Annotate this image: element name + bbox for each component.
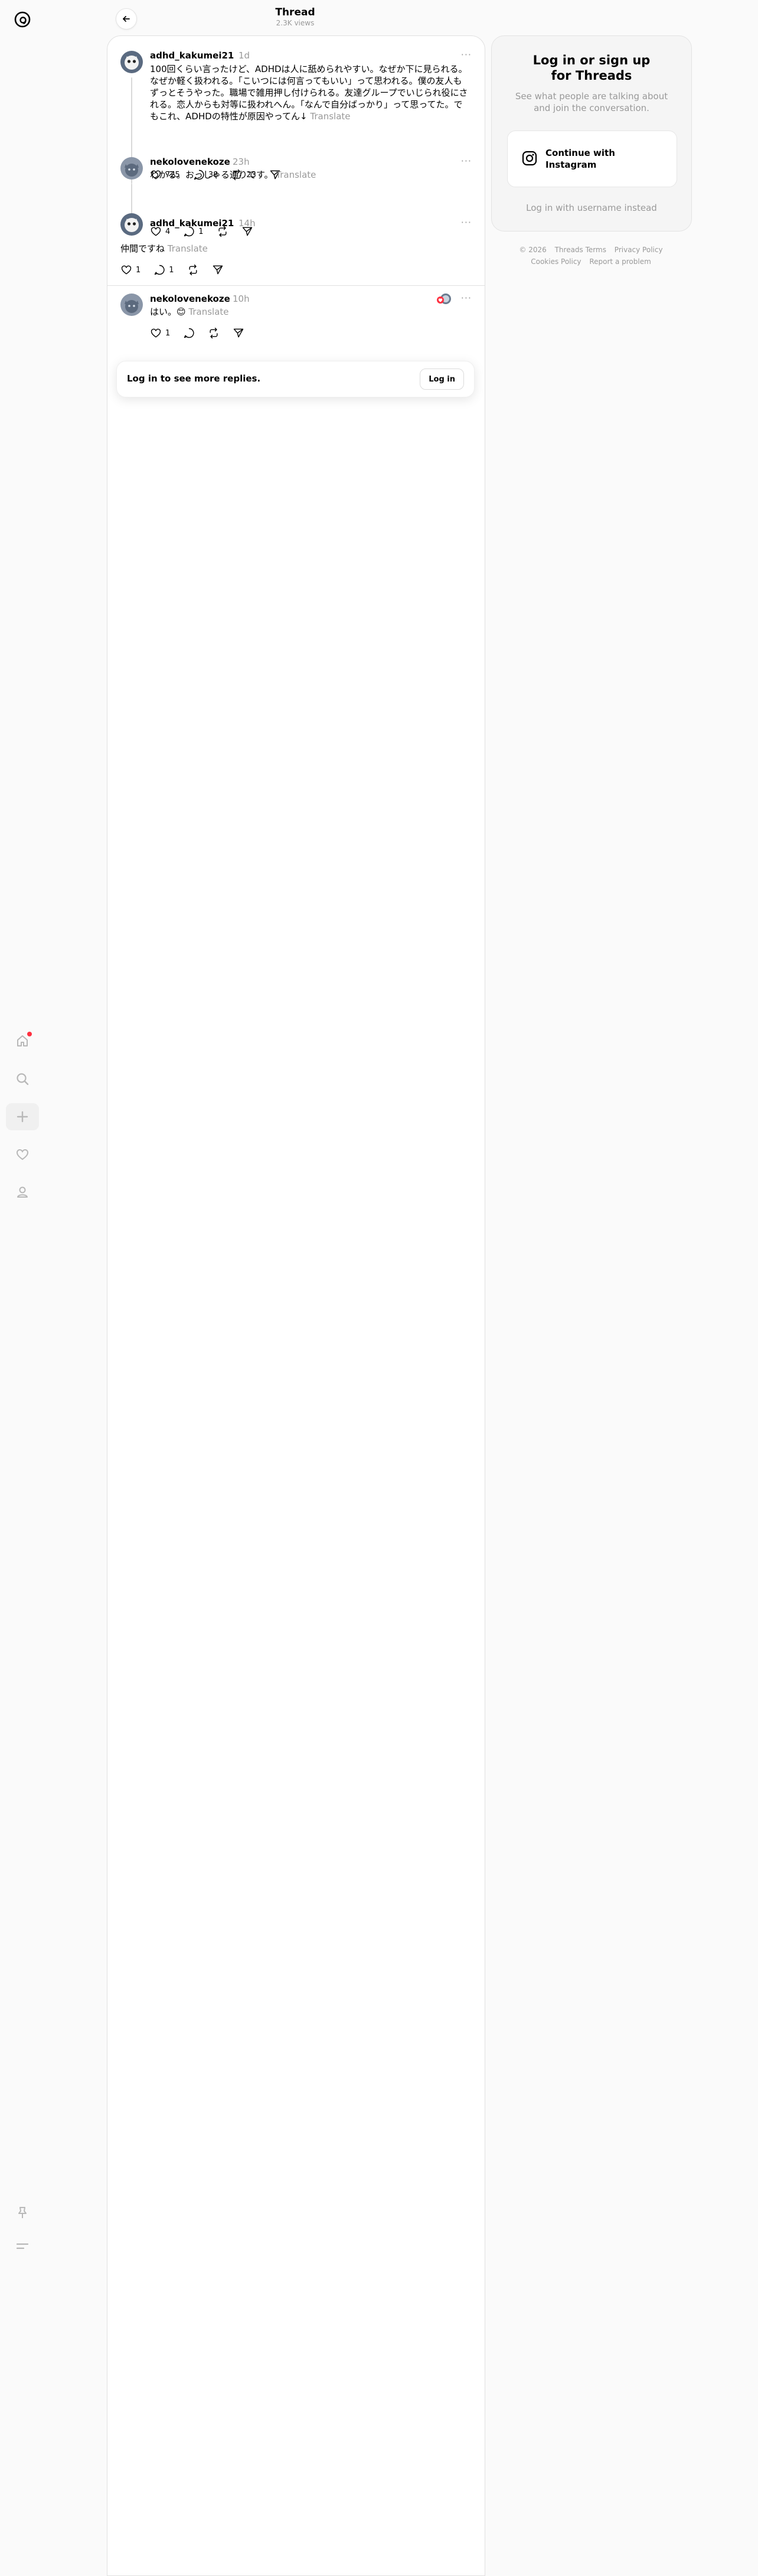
translate-link[interactable]: Translate xyxy=(310,111,350,122)
search-icon[interactable] xyxy=(6,1065,39,1093)
post-actions: 1 xyxy=(150,327,244,339)
like-button[interactable]: 1 xyxy=(150,327,170,339)
repost-icon xyxy=(210,327,218,339)
send-icon xyxy=(213,265,223,275)
left-nav-rail xyxy=(0,0,45,2567)
divider xyxy=(107,285,485,286)
post-actions: 1 1 xyxy=(120,264,224,276)
post-text: はい。😊 Translate xyxy=(150,306,469,318)
pin-icon[interactable] xyxy=(6,2199,39,2226)
translate-link[interactable]: Translate xyxy=(168,243,208,254)
instagram-icon xyxy=(522,151,537,168)
footer-privacy-link[interactable]: Privacy Policy xyxy=(615,246,663,254)
card-title: Log in or sign up for Threads xyxy=(492,53,691,83)
translate-link[interactable]: Translate xyxy=(188,306,228,317)
thread-feed: adhd_kakumei21 1d ··· 100回くらい言ったけど、ADHDは… xyxy=(107,35,485,2576)
footer-row-2: Cookies Policy Report a problem xyxy=(491,257,691,266)
like-button[interactable]: 1 xyxy=(120,264,141,276)
post-text: 100回くらい言ったけど、ADHDは人に舐められやすい。なぜか下に見られる。なぜ… xyxy=(150,63,469,122)
comment-icon xyxy=(184,328,194,338)
heart-icon[interactable] xyxy=(6,1141,39,1168)
like-count: 1 xyxy=(165,328,171,338)
footer-report-link[interactable]: Report a problem xyxy=(589,257,651,266)
comment-icon xyxy=(155,265,165,275)
like-count: 1 xyxy=(136,265,141,275)
instagram-label-line1: Continue with xyxy=(545,148,615,158)
back-button[interactable] xyxy=(116,8,137,30)
avatar[interactable] xyxy=(120,213,143,236)
more-options-icon[interactable]: ··· xyxy=(461,155,472,167)
view-count: 2.3K views xyxy=(276,19,315,27)
footer-cookies-link[interactable]: Cookies Policy xyxy=(531,257,581,266)
repost-icon xyxy=(189,264,197,276)
avatar[interactable] xyxy=(120,51,143,73)
reply-button[interactable] xyxy=(183,327,195,339)
liked-by-author-badge xyxy=(436,292,452,305)
post-username[interactable]: nekolovenekoze xyxy=(150,156,230,167)
login-prompt-bar: Log in to see more replies. Log in xyxy=(116,361,475,397)
share-button[interactable] xyxy=(212,264,224,276)
send-icon xyxy=(234,328,244,338)
heart-icon xyxy=(121,265,132,275)
instagram-button-label: Continue with Instagram xyxy=(545,147,664,171)
post-body: はい。😊 xyxy=(150,306,186,317)
login-with-username-link[interactable]: Log in with username instead xyxy=(492,203,691,213)
post-text: 仲間ですね Translate xyxy=(120,243,469,255)
card-title-line1: Log in or sign up xyxy=(532,53,651,67)
post-username[interactable]: adhd_kakumei21 xyxy=(150,50,234,61)
menu-icon[interactable] xyxy=(6,2232,39,2259)
heart-icon xyxy=(151,328,161,338)
login-signup-card: Log in or sign up for Threads See what p… xyxy=(491,35,692,231)
post-username[interactable]: nekolovenekoze xyxy=(150,294,230,304)
post-time: 23h xyxy=(233,156,250,167)
home-icon[interactable] xyxy=(6,1028,39,1055)
reply-count: 1 xyxy=(169,265,174,275)
continue-with-instagram-button[interactable]: Continue with Instagram xyxy=(507,131,677,187)
avatar[interactable] xyxy=(120,157,143,180)
translate-link[interactable]: Translate xyxy=(276,169,316,180)
more-options-icon[interactable]: ··· xyxy=(461,49,472,60)
login-button[interactable]: Log in xyxy=(420,369,464,390)
post-time: 1d xyxy=(238,50,250,61)
reply-button[interactable]: 1 xyxy=(153,264,174,276)
instagram-label-line2: Instagram xyxy=(545,159,597,170)
post-body: 仲間ですね xyxy=(120,243,165,254)
post-body: わかる。おっしゃる通りです。 xyxy=(150,169,273,180)
footer-row-1: © 2026 Threads Terms Privacy Policy xyxy=(491,246,691,254)
card-subtitle: See what people are talking about and jo… xyxy=(515,91,668,113)
post-time: 14h xyxy=(238,218,256,229)
share-button[interactable] xyxy=(233,327,244,339)
more-options-icon[interactable]: ··· xyxy=(461,292,472,304)
repost-button[interactable] xyxy=(208,327,220,339)
more-options-icon[interactable]: ··· xyxy=(461,217,472,228)
page-title: Thread xyxy=(275,6,315,18)
repost-button[interactable] xyxy=(187,264,199,276)
avatar[interactable] xyxy=(120,294,143,316)
arrow-left-icon xyxy=(123,16,130,22)
footer-terms-link[interactable]: Threads Terms xyxy=(555,246,606,254)
post-username[interactable]: adhd_kakumei21 xyxy=(150,218,234,229)
plus-icon[interactable] xyxy=(6,1103,39,1130)
post-text: わかる。おっしゃる通りです。 Translate xyxy=(150,169,469,181)
footer-copyright: © 2026 xyxy=(519,246,547,254)
post-time: 10h xyxy=(233,294,250,304)
card-title-line2: for Threads xyxy=(551,69,632,83)
login-prompt-text: Log in to see more replies. xyxy=(127,373,261,384)
post-body: 100回くらい言ったけど、ADHDは人に舐められやすい。なぜか下に見られる。なぜ… xyxy=(150,64,468,122)
profile-icon[interactable] xyxy=(6,1179,39,1206)
notification-dot xyxy=(27,1032,32,1036)
threads-logo-icon[interactable] xyxy=(11,8,34,31)
